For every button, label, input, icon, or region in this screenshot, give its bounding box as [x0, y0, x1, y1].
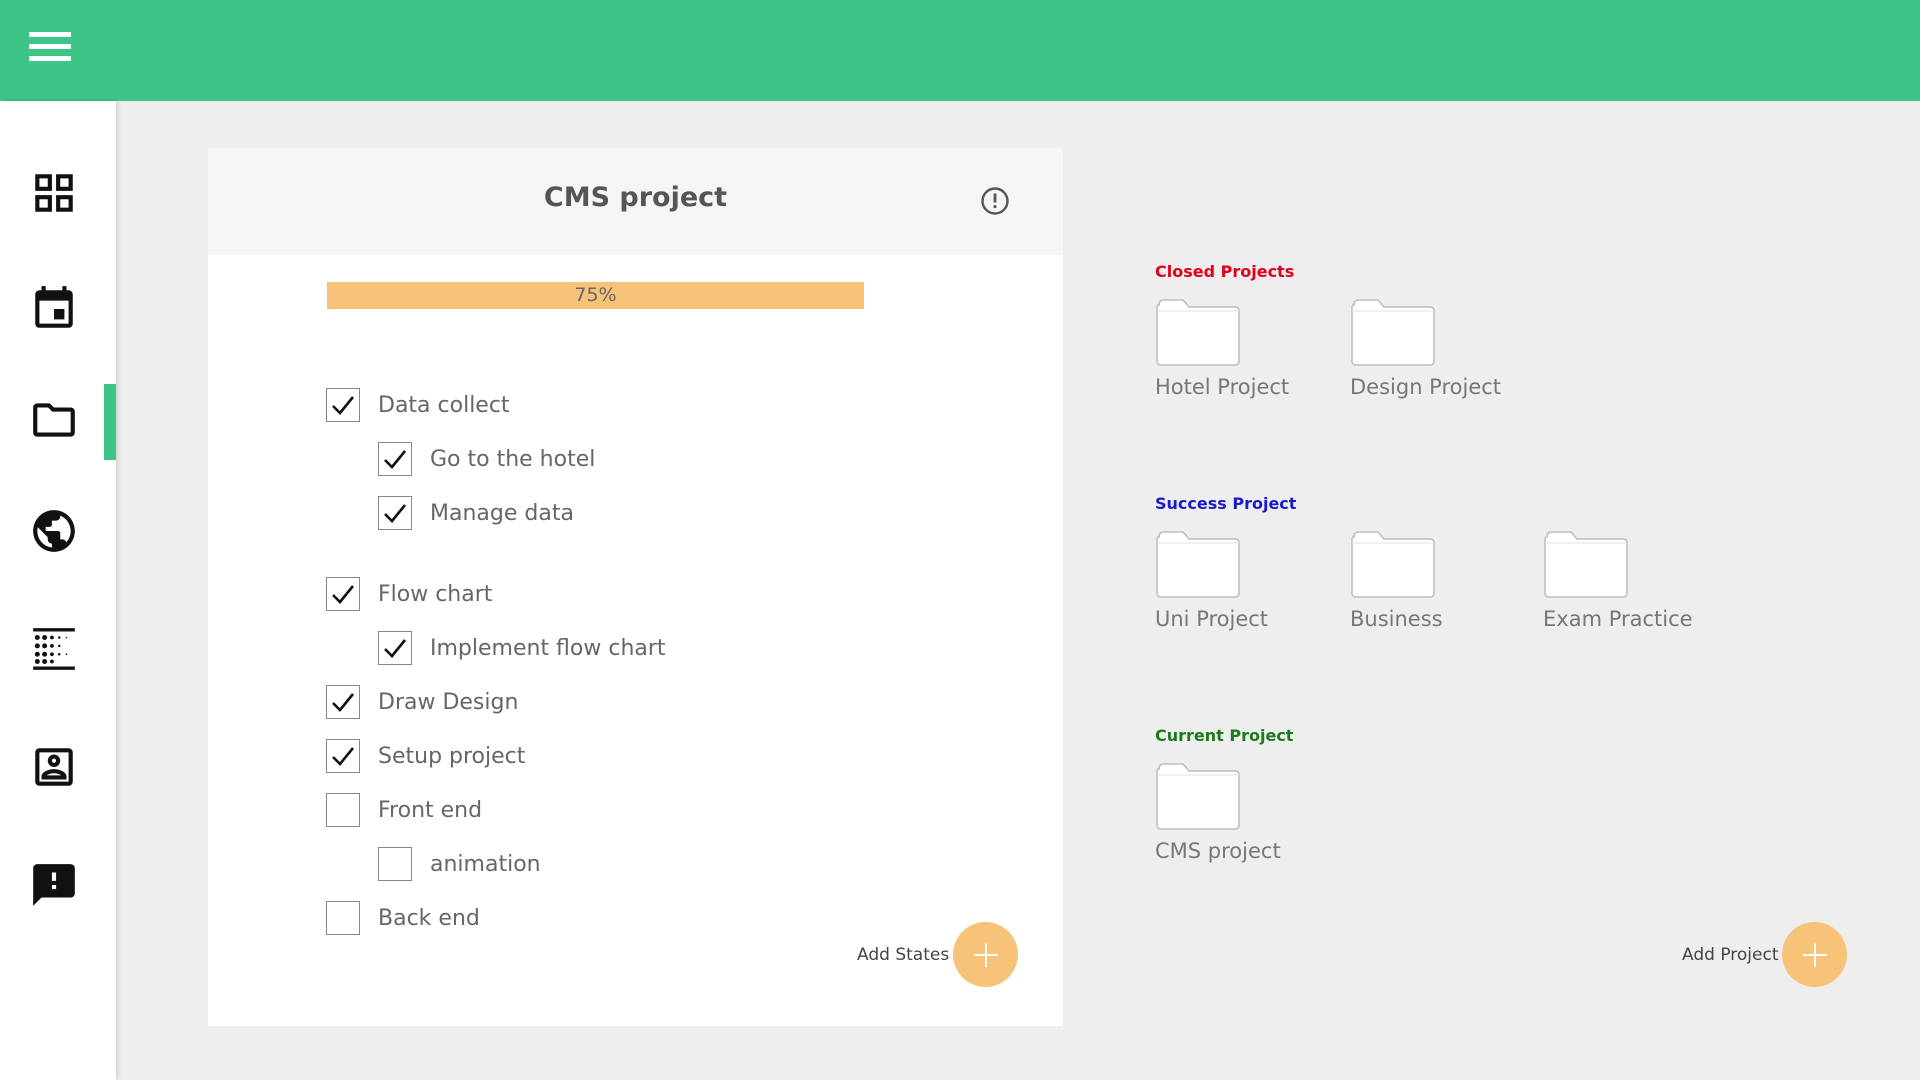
feedback-message-icon — [33, 864, 75, 906]
project-title: CMS project — [543, 182, 728, 213]
folder-icon — [1156, 299, 1240, 366]
hamburger-menu-icon[interactable] — [26, 27, 76, 67]
folder-label: Design Project — [1350, 375, 1502, 399]
dashboard-grid-icon — [35, 174, 73, 212]
task-label: Front end — [378, 797, 483, 823]
folder-label: Hotel Project — [1155, 375, 1290, 399]
project-folder[interactable]: Uni Project — [1155, 529, 1325, 631]
task-label: Data collect — [378, 392, 510, 418]
task-item[interactable]: Manage data — [378, 496, 574, 530]
globe-icon — [33, 510, 75, 552]
current-project-title: Current Project — [1155, 726, 1294, 745]
success-project-title: Success Project — [1155, 494, 1297, 513]
task-label: Implement flow chart — [430, 635, 666, 661]
sidebar-item-dashboard[interactable] — [0, 153, 116, 233]
folder-label: CMS project — [1155, 839, 1281, 863]
contact-card-icon — [35, 748, 73, 786]
task-label: Draw Design — [378, 689, 519, 715]
project-folder[interactable]: Hotel Project — [1155, 297, 1325, 399]
task-label: Setup project — [378, 743, 526, 769]
project-folder[interactable]: Design Project — [1350, 297, 1520, 399]
checkbox-unchecked[interactable] — [326, 901, 360, 935]
closed-projects-title: Closed Projects — [1155, 262, 1295, 281]
task-label: Go to the hotel — [430, 446, 596, 472]
checkbox-unchecked[interactable] — [378, 847, 412, 881]
project-folder[interactable]: CMS project — [1155, 761, 1325, 863]
checkbox-checked[interactable] — [326, 685, 360, 719]
folder-icon — [1351, 531, 1435, 598]
calendar-icon — [35, 286, 73, 328]
project-card: CMS project 75% Data collect Go to the ho… — [208, 148, 1063, 1026]
folder-label: Exam Practice — [1543, 607, 1693, 631]
folder-icon — [1156, 531, 1240, 598]
task-label: Flow chart — [378, 581, 493, 607]
task-item[interactable]: Back end — [326, 901, 480, 935]
folder-label: Business — [1350, 607, 1443, 631]
project-card-header: CMS project — [208, 148, 1063, 255]
add-project-label: Add Project — [1682, 944, 1779, 965]
task-item[interactable]: Draw Design — [326, 685, 518, 719]
task-item[interactable]: Go to the hotel — [378, 442, 595, 476]
task-label: animation — [430, 851, 541, 877]
task-label: Back end — [378, 905, 480, 931]
task-item[interactable]: animation — [378, 847, 541, 881]
project-folder[interactable]: Exam Practice — [1543, 529, 1713, 631]
folder-icon — [33, 403, 75, 437]
progress-bar: 75% — [327, 282, 864, 309]
checkbox-checked[interactable] — [326, 388, 360, 422]
top-app-bar — [0, 0, 1920, 101]
progress-label: 75% — [574, 284, 617, 306]
info-circle-icon[interactable] — [980, 186, 1010, 216]
task-item[interactable]: Front end — [326, 793, 482, 827]
folder-icon — [1156, 763, 1240, 830]
task-label: Manage data — [430, 500, 574, 526]
sidebar-item-calendar[interactable] — [0, 269, 116, 349]
project-folder[interactable]: Business — [1350, 529, 1520, 631]
sidebar-item-web[interactable] — [0, 491, 116, 571]
folder-label: Uni Project — [1155, 607, 1269, 631]
sidebar-item-contacts[interactable] — [0, 727, 116, 807]
checkbox-checked[interactable] — [378, 442, 412, 476]
sidebar-item-projects[interactable] — [0, 380, 116, 460]
task-item[interactable]: Data collect — [326, 388, 510, 422]
task-item[interactable]: Implement flow chart — [378, 631, 666, 665]
dot-grid-list-icon — [33, 628, 75, 670]
plus-icon — [1802, 942, 1827, 967]
task-item[interactable]: Flow chart — [326, 577, 492, 611]
sidebar-item-feedback[interactable] — [0, 845, 116, 925]
sidebar-item-list[interactable] — [0, 609, 116, 689]
checkbox-checked[interactable] — [378, 631, 412, 665]
sidebar — [0, 101, 116, 1080]
active-indicator — [104, 384, 116, 460]
plus-icon — [973, 942, 998, 967]
checkbox-checked[interactable] — [378, 496, 412, 530]
add-states-label: Add States — [857, 944, 950, 965]
task-item[interactable]: Setup project — [326, 739, 525, 773]
checkbox-unchecked[interactable] — [326, 793, 360, 827]
checkbox-checked[interactable] — [326, 577, 360, 611]
add-project-group: Add Project — [1682, 922, 1848, 987]
add-states-button[interactable] — [953, 922, 1019, 987]
folder-icon — [1544, 531, 1628, 598]
folder-icon — [1351, 299, 1435, 366]
checkbox-checked[interactable] — [326, 739, 360, 773]
add-states-group: Add States — [857, 922, 1019, 987]
add-project-button[interactable] — [1782, 922, 1848, 987]
